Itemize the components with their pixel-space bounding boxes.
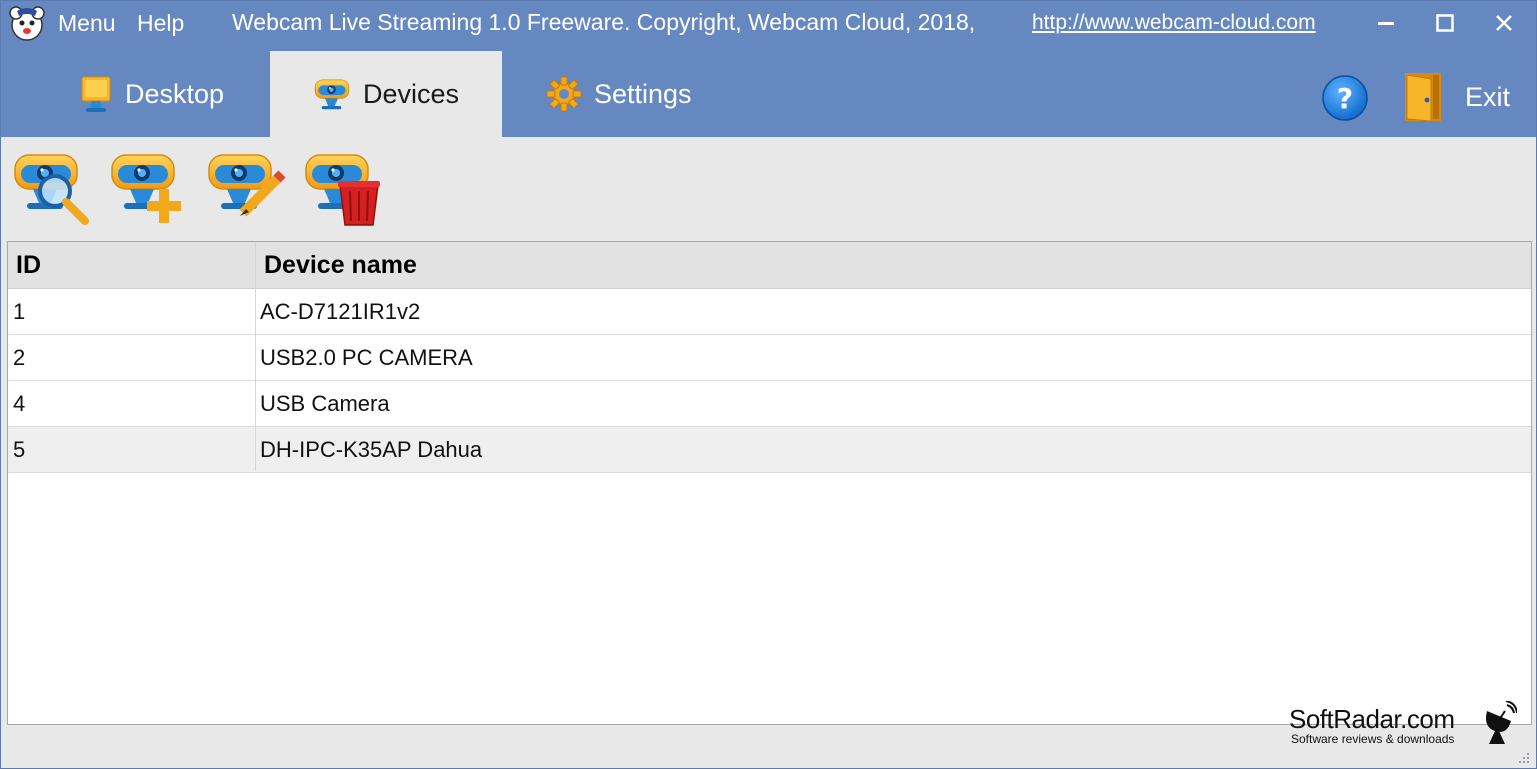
cell-device-name: AC-D7121IR1v2 bbox=[260, 299, 421, 324]
column-header-device-name[interactable]: Device name bbox=[264, 242, 417, 288]
cell-id: 5 bbox=[13, 437, 26, 462]
monitor-icon bbox=[79, 75, 113, 113]
help-icon[interactable]: ? bbox=[1321, 74, 1369, 122]
table-header: ID Device name bbox=[8, 242, 1531, 289]
webcam-search-icon[interactable] bbox=[11, 151, 93, 227]
cell-id: 2 bbox=[13, 345, 26, 370]
tab-settings[interactable]: Settings bbox=[546, 51, 746, 137]
app-logo-icon bbox=[9, 6, 45, 41]
webcam-add-icon[interactable] bbox=[108, 151, 190, 227]
exit-button[interactable]: Exit bbox=[1401, 71, 1510, 123]
gear-icon bbox=[546, 76, 582, 112]
menu-button[interactable]: Menu bbox=[58, 10, 116, 37]
table-row[interactable]: 4 USB Camera bbox=[8, 381, 1531, 427]
watermark-title: SoftRadar.com bbox=[1289, 704, 1455, 734]
softradar-watermark: SoftRadar.com Software reviews & downloa… bbox=[1287, 701, 1519, 748]
webcam-delete-icon[interactable] bbox=[302, 151, 384, 227]
cell-id: 4 bbox=[13, 391, 26, 416]
device-toolbar bbox=[1, 137, 1536, 239]
table-row[interactable]: 2 USB2.0 PC CAMERA bbox=[8, 335, 1531, 381]
tab-desktop-label: Desktop bbox=[125, 78, 225, 109]
minimize-icon bbox=[1378, 22, 1394, 25]
window-title: Webcam Live Streaming 1.0 Freeware. Copy… bbox=[232, 9, 976, 35]
help-menu-button[interactable]: Help bbox=[137, 10, 184, 37]
maximize-icon bbox=[1436, 14, 1454, 32]
column-header-id[interactable]: ID bbox=[16, 242, 41, 288]
devices-table: ID Device name 1 AC-D7121IR1v2 2 USB2.0 … bbox=[7, 241, 1532, 725]
table-row-selected[interactable]: 5 DH-IPC-K35AP Dahua bbox=[8, 427, 1531, 473]
tab-desktop[interactable]: Desktop bbox=[71, 51, 277, 137]
app-window: Menu Help Webcam Live Streaming 1.0 Free… bbox=[0, 0, 1537, 769]
table-row[interactable]: 1 AC-D7121IR1v2 bbox=[8, 289, 1531, 335]
satellite-dish-icon bbox=[1486, 701, 1517, 744]
tab-settings-label: Settings bbox=[594, 78, 692, 109]
close-button[interactable] bbox=[1484, 5, 1524, 41]
close-icon bbox=[1496, 15, 1512, 31]
cell-id: 1 bbox=[13, 299, 26, 324]
cell-device-name: USB2.0 PC CAMERA bbox=[260, 345, 473, 370]
minimize-button[interactable] bbox=[1366, 5, 1406, 41]
website-link[interactable]: http://www.webcam-cloud.com bbox=[1032, 11, 1316, 35]
tab-bar: Desktop Devices Settings ? Exit bbox=[1, 47, 1536, 137]
tab-devices-label: Devices bbox=[362, 78, 460, 109]
cell-device-name: USB Camera bbox=[260, 391, 390, 416]
tab-devices[interactable]: Devices bbox=[270, 51, 502, 137]
door-icon bbox=[1405, 73, 1441, 122]
svg-text:?: ? bbox=[1337, 82, 1353, 115]
webcam-icon bbox=[313, 77, 351, 111]
title-bar: Menu Help Webcam Live Streaming 1.0 Free… bbox=[1, 1, 1536, 47]
webcam-edit-icon[interactable] bbox=[205, 151, 287, 227]
exit-label: Exit bbox=[1465, 81, 1511, 112]
cell-device-name: DH-IPC-K35AP Dahua bbox=[260, 437, 483, 462]
maximize-button[interactable] bbox=[1425, 5, 1465, 41]
watermark-subtitle: Software reviews & downloads bbox=[1291, 732, 1455, 746]
resize-grip-icon[interactable] bbox=[1518, 752, 1530, 764]
column-divider[interactable] bbox=[255, 242, 256, 471]
